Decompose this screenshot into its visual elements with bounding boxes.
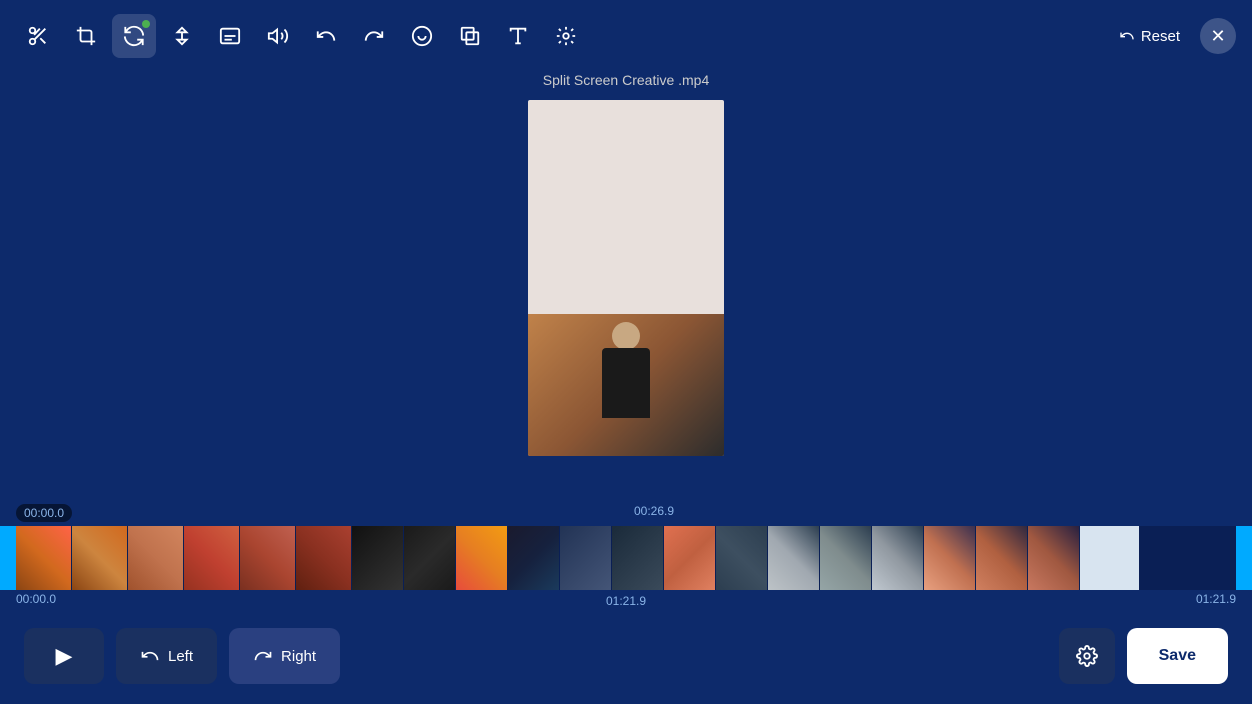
cut-tool[interactable]: [16, 14, 60, 58]
rotate-left-button[interactable]: Left: [116, 628, 217, 684]
thumb-16: [820, 526, 872, 590]
timeline-right-marker: [1236, 526, 1252, 590]
rotate-right-icon: [253, 646, 273, 666]
flip-tool[interactable]: [160, 14, 204, 58]
effect-tool[interactable]: [544, 14, 588, 58]
mask-tool[interactable]: [400, 14, 444, 58]
thumb-17: [872, 526, 924, 590]
play-icon: ▶: [56, 643, 73, 669]
close-icon: ✕: [1210, 26, 1225, 47]
thumb-9: [456, 526, 508, 590]
timeline-bottom-start: 00:00.0: [16, 592, 56, 606]
timeline-start-badge: 00:00.0: [16, 504, 72, 522]
play-button[interactable]: ▶: [24, 628, 104, 684]
center-timestamp: 01:21.9: [606, 594, 646, 608]
thumb-1: [16, 526, 72, 590]
toolbar-right: Reset ✕: [1107, 18, 1236, 54]
thumb-11: [560, 526, 612, 590]
preview-bottom-section: [528, 314, 724, 456]
person-head: [612, 322, 640, 350]
text-tool[interactable]: [496, 14, 540, 58]
settings-button[interactable]: [1059, 628, 1115, 684]
timeline-timestamps-top: 00:00.0 00:26.9: [0, 504, 1252, 522]
preview-top-section: [528, 100, 724, 314]
save-button[interactable]: Save: [1127, 628, 1228, 684]
timeline-section: 00:00.0 00:26.9: [0, 504, 1252, 604]
thumb-7: [352, 526, 404, 590]
timeline-thumbnails: [16, 526, 1236, 590]
thumb-3: [128, 526, 184, 590]
thumb-14: [716, 526, 768, 590]
rotate-right-label: Right: [281, 648, 316, 665]
close-button[interactable]: ✕: [1200, 18, 1236, 54]
reset-button[interactable]: Reset: [1107, 20, 1192, 53]
thumb-5: [240, 526, 296, 590]
audio-tool[interactable]: [256, 14, 300, 58]
overlay-tool[interactable]: [448, 14, 492, 58]
thumb-10: [508, 526, 560, 590]
toolbar: Reset ✕: [0, 0, 1252, 72]
thumb-19: [976, 526, 1028, 590]
thumb-20: [1028, 526, 1080, 590]
reset-label: Reset: [1141, 28, 1180, 45]
thumb-6: [296, 526, 352, 590]
thumb-8: [404, 526, 456, 590]
thumb-2: [72, 526, 128, 590]
rotate-right-button[interactable]: Right: [229, 628, 340, 684]
crop-tool[interactable]: [64, 14, 108, 58]
rotate-left-icon: [140, 646, 160, 666]
person-figure: [528, 314, 724, 456]
video-preview: [528, 100, 724, 456]
thumb-12: [612, 526, 664, 590]
bottom-controls: ▶ Left Right Save: [0, 608, 1252, 704]
thumb-21: [1080, 526, 1140, 590]
thumb-18: [924, 526, 976, 590]
timeline-left-marker: [0, 526, 16, 590]
undo-tool[interactable]: [304, 14, 348, 58]
thumb-4: [184, 526, 240, 590]
subtitle-tool[interactable]: [208, 14, 252, 58]
rotate-left-label: Left: [168, 648, 193, 665]
rotate-tool[interactable]: [112, 14, 156, 58]
timeline-bottom-end: 01:21.9: [1196, 592, 1236, 606]
thumb-15: [768, 526, 820, 590]
timeline-bar[interactable]: [0, 526, 1252, 590]
filename-label: Split Screen Creative .mp4: [543, 72, 710, 88]
rotate-active-badge: [142, 20, 150, 28]
settings-icon: [1076, 645, 1098, 667]
thumb-13: [664, 526, 716, 590]
person-body: [602, 348, 650, 418]
bottom-right-controls: Save: [1059, 628, 1228, 684]
timeline-mid-time: 00:26.9: [634, 504, 674, 522]
redo-tool[interactable]: [352, 14, 396, 58]
